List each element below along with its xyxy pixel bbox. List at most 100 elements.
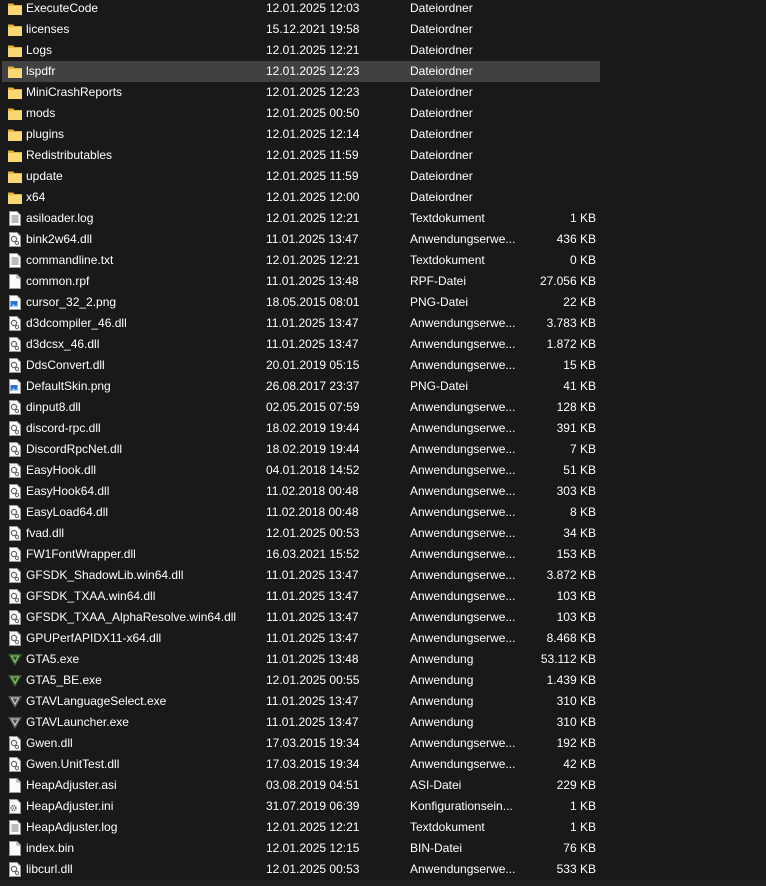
file-row[interactable]: EasyLoad64.dll 11.02.2018 00:48 Anwendungs… <box>0 502 766 523</box>
file-row[interactable]: libcurl.dll 12.01.2025 00:53 Anwendungserw… <box>0 859 766 880</box>
file-name: lspdfr <box>26 64 56 78</box>
file-row[interactable]: commandline.txt 12.01.2025 12:21 Textdokum… <box>0 250 766 271</box>
file-row[interactable]: update 12.01.2025 11:59 Dateiordner <box>0 166 766 187</box>
file-type: Textdokument <box>410 211 485 225</box>
file-row[interactable]: DiscordRpcNet.dll 18.02.2019 19:44 Anwendu… <box>0 439 766 460</box>
file-modified-date: 12.01.2025 12:15 <box>266 841 360 855</box>
file-type: Anwendungserwe... <box>410 232 516 246</box>
file-explorer-window: { "files": [ {"name":"ExecuteCode","date… <box>0 0 766 886</box>
file-modified-date: 12.01.2025 12:23 <box>266 64 360 78</box>
file-name: HeapAdjuster.ini <box>26 799 114 813</box>
file-row[interactable]: FW1FontWrapper.dll 16.03.2021 15:52 Anwend… <box>0 544 766 565</box>
file-row[interactable]: GFSDK_TXAA_AlphaResolve.win64.dll 11.01.2… <box>0 607 766 628</box>
file-row[interactable]: discord-rpc.dll 18.02.2019 19:44 Anwendung… <box>0 418 766 439</box>
file-row[interactable]: GTA5_BE.exe 12.01.2025 00:55 Anwendung 1.43… <box>0 670 766 691</box>
file-row[interactable]: cursor_32_2.png 18.05.2015 08:01 PNG-Datei… <box>0 292 766 313</box>
file-size: 76 KB <box>563 841 596 855</box>
file-name: Logs <box>26 43 53 57</box>
horizontal-scroll-area[interactable] <box>0 880 766 886</box>
file-row[interactable]: HeapAdjuster.asi 03.08.2019 04:51 ASI-Date… <box>0 775 766 796</box>
file-row[interactable]: lspdfr 12.01.2025 12:23 Dateiordner <box>0 61 766 82</box>
file-modified-date: 12.01.2025 00:53 <box>266 526 360 540</box>
file-row[interactable]: EasyHook.dll 04.01.2018 14:52 Anwendungser… <box>0 460 766 481</box>
file-size <box>520 103 596 124</box>
file-row[interactable]: GPUPerfAPIDX11-x64.dll 11.01.2025 13:47 An… <box>0 628 766 649</box>
folder-icon <box>8 190 22 205</box>
file-row[interactable]: plugins 12.01.2025 12:14 Dateiordner <box>0 124 766 145</box>
file-row[interactable]: DefaultSkin.png 26.08.2017 23:37 PNG-Datei… <box>0 376 766 397</box>
file-size: 1 KB <box>569 799 596 813</box>
file-row[interactable]: x64 12.01.2025 12:00 Dateiordner <box>0 187 766 208</box>
file-name: HeapAdjuster.asi <box>26 778 117 792</box>
file-size: 229 KB <box>556 778 596 792</box>
file-row[interactable]: GFSDK_TXAA.win64.dll 11.01.2025 13:47 Anwe… <box>0 586 766 607</box>
file-row[interactable]: Logs 12.01.2025 12:21 Dateiordner <box>0 40 766 61</box>
file-type: Anwendungserwe... <box>410 589 516 603</box>
file-type: Anwendung <box>410 652 474 666</box>
file-row[interactable]: ExecuteCode 12.01.2025 12:03 Dateiordner <box>0 0 766 19</box>
file-row[interactable]: DdsConvert.dll 20.01.2019 05:15 Anwendungs… <box>0 355 766 376</box>
file-size: 310 KB <box>556 694 596 708</box>
text-file-icon <box>8 253 22 268</box>
gta-v-logo-icon <box>8 652 22 667</box>
file-modified-date: 16.03.2021 15:52 <box>266 547 360 561</box>
file-type: Anwendungserwe... <box>410 610 516 624</box>
file-type: RPF-Datei <box>410 274 467 288</box>
file-modified-date: 11.01.2025 13:47 <box>266 568 359 582</box>
file-modified-date: 12.01.2025 00:50 <box>266 106 360 120</box>
file-modified-date: 12.01.2025 11:59 <box>266 169 359 183</box>
file-modified-date: 11.01.2025 13:47 <box>266 232 359 246</box>
image-file-icon <box>8 295 22 310</box>
file-row[interactable]: bink2w64.dll 11.01.2025 13:47 Anwendungser… <box>0 229 766 250</box>
file-size: 153 KB <box>556 547 596 561</box>
file-name: GFSDK_ShadowLib.win64.dll <box>26 568 184 582</box>
folder-icon <box>8 85 22 100</box>
file-row[interactable]: Redistributables 12.01.2025 11:59 Dateiord… <box>0 145 766 166</box>
file-size <box>520 19 596 40</box>
file-row[interactable]: dinput8.dll 02.05.2015 07:59 Anwendungserw… <box>0 397 766 418</box>
file-name: fvad.dll <box>26 526 65 540</box>
file-row[interactable]: Gwen.dll 17.03.2015 19:34 Anwendungserwe..… <box>0 733 766 754</box>
file-type: PNG-Datei <box>410 295 469 309</box>
file-row[interactable]: d3dcompiler_46.dll 11.01.2025 13:47 Anwend… <box>0 313 766 334</box>
gta-v-gray-logo-icon <box>8 694 22 709</box>
file-type: Anwendungserwe... <box>410 463 516 477</box>
file-row[interactable]: GFSDK_ShadowLib.win64.dll 11.01.2025 13:4… <box>0 565 766 586</box>
file-row[interactable]: fvad.dll 12.01.2025 00:53 Anwendungserwe..… <box>0 523 766 544</box>
file-row[interactable]: d3dcsx_46.dll 11.01.2025 13:47 Anwendungse… <box>0 334 766 355</box>
file-row[interactable]: HeapAdjuster.log 12.01.2025 12:21 Textdoku… <box>0 817 766 838</box>
file-row[interactable]: mods 12.01.2025 00:50 Dateiordner <box>0 103 766 124</box>
file-row[interactable]: HeapAdjuster.ini 31.07.2019 06:39 Konfigur… <box>0 796 766 817</box>
file-modified-date: 26.08.2017 23:37 <box>266 379 360 393</box>
file-modified-date: 12.01.2025 12:21 <box>266 820 360 834</box>
file-row[interactable]: common.rpf 11.01.2025 13:48 RPF-Datei 27.05… <box>0 271 766 292</box>
file-type: Textdokument <box>410 253 485 267</box>
file-row[interactable]: GTAVLanguageSelect.exe 11.01.2025 13:47 An… <box>0 691 766 712</box>
text-file-icon <box>8 211 22 226</box>
file-name: FW1FontWrapper.dll <box>26 547 136 561</box>
file-row[interactable]: EasyHook64.dll 11.02.2018 00:48 Anwendungs… <box>0 481 766 502</box>
config-file-icon <box>8 799 22 814</box>
file-type: Anwendungserwe... <box>410 547 516 561</box>
file-modified-date: 04.01.2018 14:52 <box>266 463 360 477</box>
file-modified-date: 17.03.2015 19:34 <box>266 736 360 750</box>
dll-file-icon <box>8 232 22 247</box>
file-type: Anwendungserwe... <box>410 337 516 351</box>
dll-file-icon <box>8 505 22 520</box>
file-size: 128 KB <box>556 400 596 414</box>
file-row[interactable]: asiloader.log 12.01.2025 12:21 Textdokumen… <box>0 208 766 229</box>
file-row[interactable]: licenses 15.12.2021 19:58 Dateiordner <box>0 19 766 40</box>
file-row[interactable]: index.bin 12.01.2025 12:15 BIN-Datei 76 KB <box>0 838 766 859</box>
file-row[interactable]: GTA5.exe 11.01.2025 13:48 Anwendung 53.112 … <box>0 649 766 670</box>
file-name: ExecuteCode <box>26 1 99 15</box>
file-size: 51 KB <box>563 463 596 477</box>
file-size: 391 KB <box>556 421 596 435</box>
file-type: Anwendungserwe... <box>410 442 516 456</box>
file-row[interactable]: GTAVLauncher.exe 11.01.2025 13:47 Anwendun… <box>0 712 766 733</box>
dll-file-icon <box>8 589 22 604</box>
file-row[interactable]: MiniCrashReports 12.01.2025 12:23 Dateiord… <box>0 82 766 103</box>
file-name: common.rpf <box>26 274 90 288</box>
file-row[interactable]: Gwen.UnitTest.dll 17.03.2015 19:34 Anwendu… <box>0 754 766 775</box>
folder-icon <box>8 1 22 16</box>
file-name: DefaultSkin.png <box>26 379 111 393</box>
